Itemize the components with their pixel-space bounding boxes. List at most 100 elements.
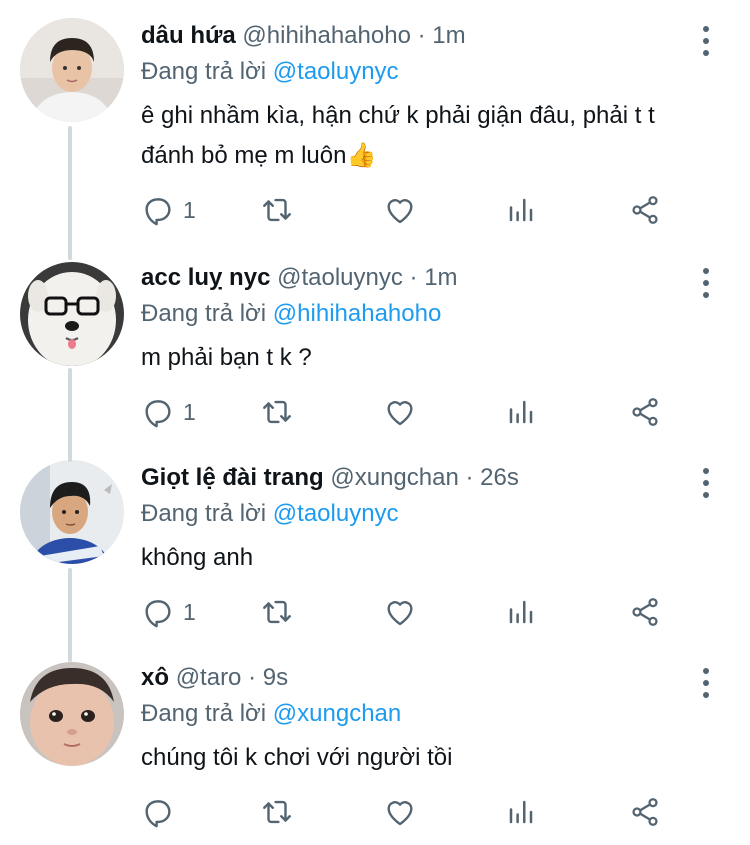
- reply-icon: [145, 600, 171, 628]
- more-vertical-icon[interactable]: [694, 268, 718, 298]
- retweet-button[interactable]: [259, 190, 295, 230]
- reply-button[interactable]: 1: [141, 190, 196, 230]
- like-button[interactable]: [383, 392, 417, 432]
- tweet-header: Giọt lệ đài trang @xungchan · 26s: [141, 464, 519, 492]
- stats-icon: [509, 198, 533, 222]
- retweet-icon: [263, 800, 291, 824]
- more-vertical-icon[interactable]: [694, 468, 718, 498]
- tweet-text-line: đánh bỏ mẹ m luôn👍: [141, 142, 377, 169]
- share-button[interactable]: [629, 792, 661, 832]
- heart-icon: [387, 601, 413, 626]
- replying-to: Đang trả lời @xungchan: [141, 700, 401, 728]
- mention-link[interactable]: @taoluynyc: [273, 500, 399, 527]
- tweet-text-line: không anh: [141, 544, 254, 571]
- share-icon: [632, 398, 658, 426]
- reply-count: 1: [183, 598, 196, 625]
- tweet-text: m phải bạn t k ?: [141, 338, 721, 378]
- view-stats-button[interactable]: [506, 190, 536, 230]
- thread-connector-line: [68, 368, 72, 462]
- tweet[interactable]: acc luỵ nyc @taoluynyc · 1m Đang trả lời…: [0, 242, 750, 442]
- reply-icon: [145, 198, 171, 226]
- tweet-text: chúng tôi k chơi với người tồi: [141, 738, 721, 778]
- display-name[interactable]: Giọt lệ đài trang: [141, 464, 324, 491]
- view-stats-button[interactable]: [506, 792, 536, 832]
- avatar[interactable]: [20, 460, 124, 564]
- retweet-icon: [263, 400, 291, 424]
- avatar[interactable]: [20, 18, 124, 122]
- retweet-button[interactable]: [259, 792, 295, 832]
- display-name[interactable]: dâu hứa: [141, 22, 236, 49]
- tweet-text: không anh: [141, 538, 721, 578]
- heart-icon: [387, 401, 413, 426]
- reply-thread: dâu hứa @hihihahahoho · 1m Đang trả lời …: [0, 0, 750, 845]
- replying-to: Đang trả lời @taoluynyc: [141, 500, 399, 528]
- tweet-text-line: chúng tôi k chơi với người tồi: [141, 744, 453, 771]
- timestamp[interactable]: 9s: [263, 664, 288, 691]
- mention-link[interactable]: @hihihahahoho: [273, 300, 442, 327]
- stats-icon: [509, 600, 533, 624]
- mention-link[interactable]: @taoluynyc: [273, 58, 399, 85]
- user-handle[interactable]: @xungchan: [330, 464, 458, 491]
- like-button[interactable]: [383, 592, 417, 632]
- share-button[interactable]: [629, 392, 661, 432]
- heart-icon: [387, 801, 413, 826]
- tweet-header: dâu hứa @hihihahahoho · 1m: [141, 22, 466, 50]
- action-bar: 1: [141, 592, 681, 632]
- replying-to-label: Đang trả lời: [141, 700, 267, 727]
- timestamp[interactable]: 1m: [424, 264, 457, 291]
- user-handle[interactable]: @taro: [176, 664, 242, 691]
- replying-to-label: Đang trả lời: [141, 500, 267, 527]
- view-stats-button[interactable]: [506, 592, 536, 632]
- replying-to: Đang trả lời @taoluynyc: [141, 58, 399, 86]
- tweet-text-line: ê ghi nhầm kìa, hận chứ k phải giận đâu,…: [141, 102, 655, 129]
- retweet-icon: [263, 600, 291, 624]
- avatar[interactable]: [20, 262, 124, 366]
- more-vertical-icon[interactable]: [694, 26, 718, 56]
- tweet[interactable]: dâu hứa @hihihahahoho · 1m Đang trả lời …: [0, 0, 750, 226]
- thread-connector-line: [68, 126, 72, 260]
- share-icon: [632, 598, 658, 626]
- retweet-icon: [263, 198, 291, 222]
- tweet[interactable]: xô @taro · 9s Đang trả lời @xungchan chú…: [0, 642, 750, 842]
- action-bar: [141, 792, 681, 832]
- display-name[interactable]: xô: [141, 664, 169, 691]
- reply-button[interactable]: 1: [141, 592, 196, 632]
- separator-dot: ·: [465, 464, 474, 491]
- user-handle[interactable]: @taoluynyc: [277, 264, 403, 291]
- reply-count: 1: [183, 398, 196, 425]
- mention-link[interactable]: @xungchan: [273, 700, 401, 727]
- tweet-header: xô @taro · 9s: [141, 664, 288, 692]
- timestamp[interactable]: 26s: [480, 464, 519, 491]
- stats-icon: [509, 400, 533, 424]
- like-button[interactable]: [383, 792, 417, 832]
- share-button[interactable]: [629, 190, 661, 230]
- replying-to-label: Đang trả lời: [141, 58, 267, 85]
- share-button[interactable]: [629, 592, 661, 632]
- reply-button[interactable]: [141, 792, 183, 832]
- share-icon: [632, 798, 658, 826]
- retweet-button[interactable]: [259, 392, 295, 432]
- tweet-text-line: m phải bạn t k ?: [141, 344, 312, 371]
- tweet[interactable]: Giọt lệ đài trang @xungchan · 26s Đang t…: [0, 442, 750, 642]
- action-bar: 1: [141, 392, 681, 432]
- more-vertical-icon[interactable]: [694, 668, 718, 698]
- reply-button[interactable]: 1: [141, 392, 196, 432]
- stats-icon: [509, 800, 533, 824]
- share-icon: [632, 196, 658, 224]
- tweet-header: acc luỵ nyc @taoluynyc · 1m: [141, 264, 458, 292]
- replying-to-label: Đang trả lời: [141, 300, 267, 327]
- user-handle[interactable]: @hihihahahoho: [242, 22, 411, 49]
- display-name[interactable]: acc luỵ nyc: [141, 264, 270, 291]
- timestamp[interactable]: 1m: [432, 22, 465, 49]
- retweet-button[interactable]: [259, 592, 295, 632]
- avatar[interactable]: [20, 662, 124, 766]
- action-bar: 1: [141, 190, 681, 230]
- thread-connector-line: [68, 568, 72, 662]
- like-button[interactable]: [383, 190, 417, 230]
- heart-icon: [387, 199, 413, 224]
- view-stats-button[interactable]: [506, 392, 536, 432]
- separator-dot: ·: [417, 22, 426, 49]
- separator-dot: ·: [248, 664, 257, 691]
- reply-icon: [145, 400, 171, 428]
- tweet-text: ê ghi nhầm kìa, hận chứ k phải giận đâu,…: [141, 96, 721, 176]
